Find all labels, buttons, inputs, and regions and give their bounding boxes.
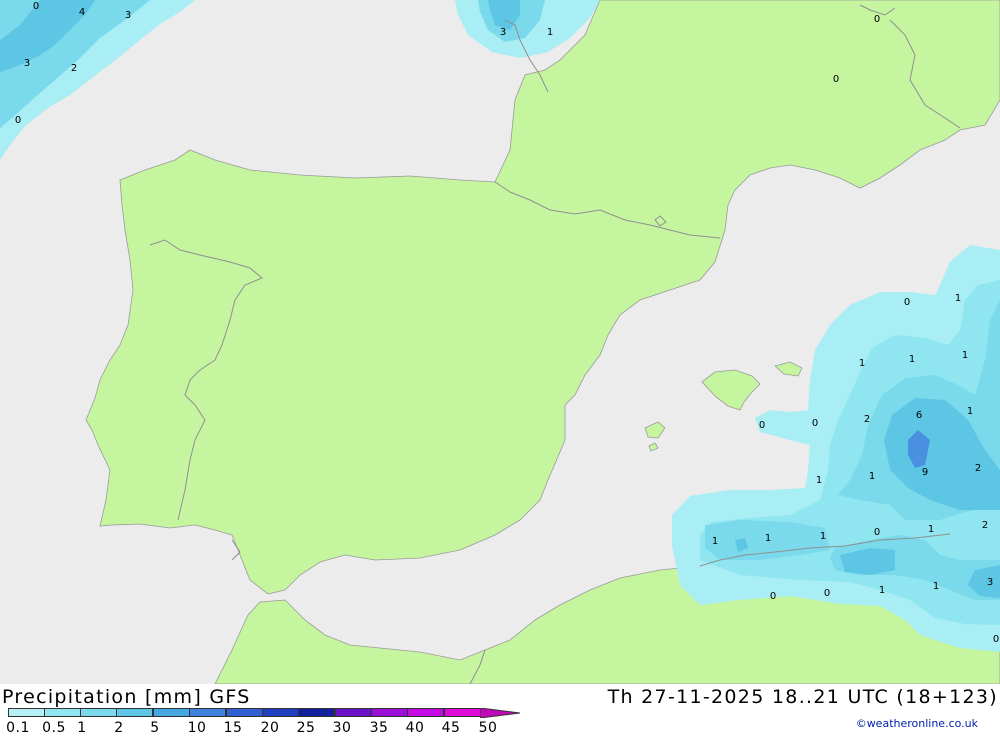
contour-label: 1: [928, 524, 934, 535]
contour-label: 1: [879, 585, 885, 596]
valid-time: Th 27-11-2025 18..21 UTC (18+123): [607, 686, 998, 708]
contour-label: 0: [993, 634, 999, 645]
scale-swatch: [153, 708, 190, 717]
scale-swatch: [44, 708, 81, 717]
scale-swatch: [226, 708, 263, 717]
contour-label: 1: [816, 475, 822, 486]
contour-label: 1: [909, 354, 915, 365]
contour-label: 0: [15, 115, 21, 126]
contour-label: 9: [922, 467, 928, 478]
contour-label: 3: [24, 58, 30, 69]
scale-tick: 50: [478, 720, 498, 736]
contour-label: 1: [869, 471, 875, 482]
contour-label: 2: [864, 414, 870, 425]
scale-swatch: [262, 708, 299, 717]
contour-label: 0: [812, 418, 818, 429]
scale-tick: 30: [332, 720, 352, 736]
scale-tick: 10: [187, 720, 207, 736]
contour-label: 2: [982, 520, 988, 531]
contour-label: 2: [975, 463, 981, 474]
scale-swatch: [371, 708, 408, 717]
contour-label: 3: [987, 577, 993, 588]
scale-swatch: [80, 708, 117, 717]
contour-label: 4: [79, 7, 85, 18]
scale-tick: 45: [441, 720, 461, 736]
contour-label: 1: [765, 533, 771, 544]
scale-swatch: [189, 708, 226, 717]
contour-label: 6: [916, 410, 922, 421]
scale-tick: 1: [77, 720, 87, 736]
contour-label: 1: [859, 358, 865, 369]
contour-label: 0: [874, 527, 880, 538]
contour-label: 0: [904, 297, 910, 308]
contour-label: 1: [712, 536, 718, 547]
contour-label: 0: [33, 1, 39, 12]
scale-tick: 0.1: [6, 720, 30, 736]
scale-arrow: [480, 708, 520, 718]
contour-label: 1: [962, 350, 968, 361]
scale-swatch: [8, 708, 45, 717]
scale-swatch: [407, 708, 444, 717]
map-title: Precipitation [mm] GFS: [2, 686, 251, 708]
scale-tick: 15: [223, 720, 243, 736]
color-scale-bar: [8, 708, 520, 718]
scale-swatch: [444, 708, 481, 717]
contour-label: 0: [874, 14, 880, 25]
scale-swatch: [116, 708, 153, 717]
precipitation-map: 0 4 3 3 2 0 3 1 0 0 0 1 1 1 1 2 6 1 0 0 …: [0, 0, 1000, 684]
scale-tick: 5: [150, 720, 160, 736]
credit-link[interactable]: ©weatheronline.co.uk: [856, 717, 978, 730]
contour-label: 0: [759, 420, 765, 431]
contour-label: 3: [500, 27, 506, 38]
contour-label: 1: [955, 293, 961, 304]
contour-label: 1: [933, 581, 939, 592]
scale-tick: 35: [369, 720, 389, 736]
contour-label: 2: [71, 63, 77, 74]
contour-label: 1: [547, 27, 553, 38]
contour-label: 3: [125, 10, 131, 21]
scale-tick: 20: [260, 720, 280, 736]
scale-tick: 2: [114, 720, 124, 736]
scale-arrow-shape: [480, 708, 520, 718]
scale-tick: 0.5: [42, 720, 66, 736]
scale-tick: 25: [296, 720, 316, 736]
contour-label: 1: [967, 406, 973, 417]
scale-swatch: [298, 708, 335, 717]
scale-tick: 40: [405, 720, 425, 736]
contour-label: 0: [770, 591, 776, 602]
contour-label: 0: [833, 74, 839, 85]
contour-label: 1: [820, 531, 826, 542]
map-footer: Precipitation [mm] GFS Th 27-11-2025 18.…: [0, 684, 1000, 736]
contour-label: 0: [824, 588, 830, 599]
scale-swatch: [335, 708, 372, 717]
